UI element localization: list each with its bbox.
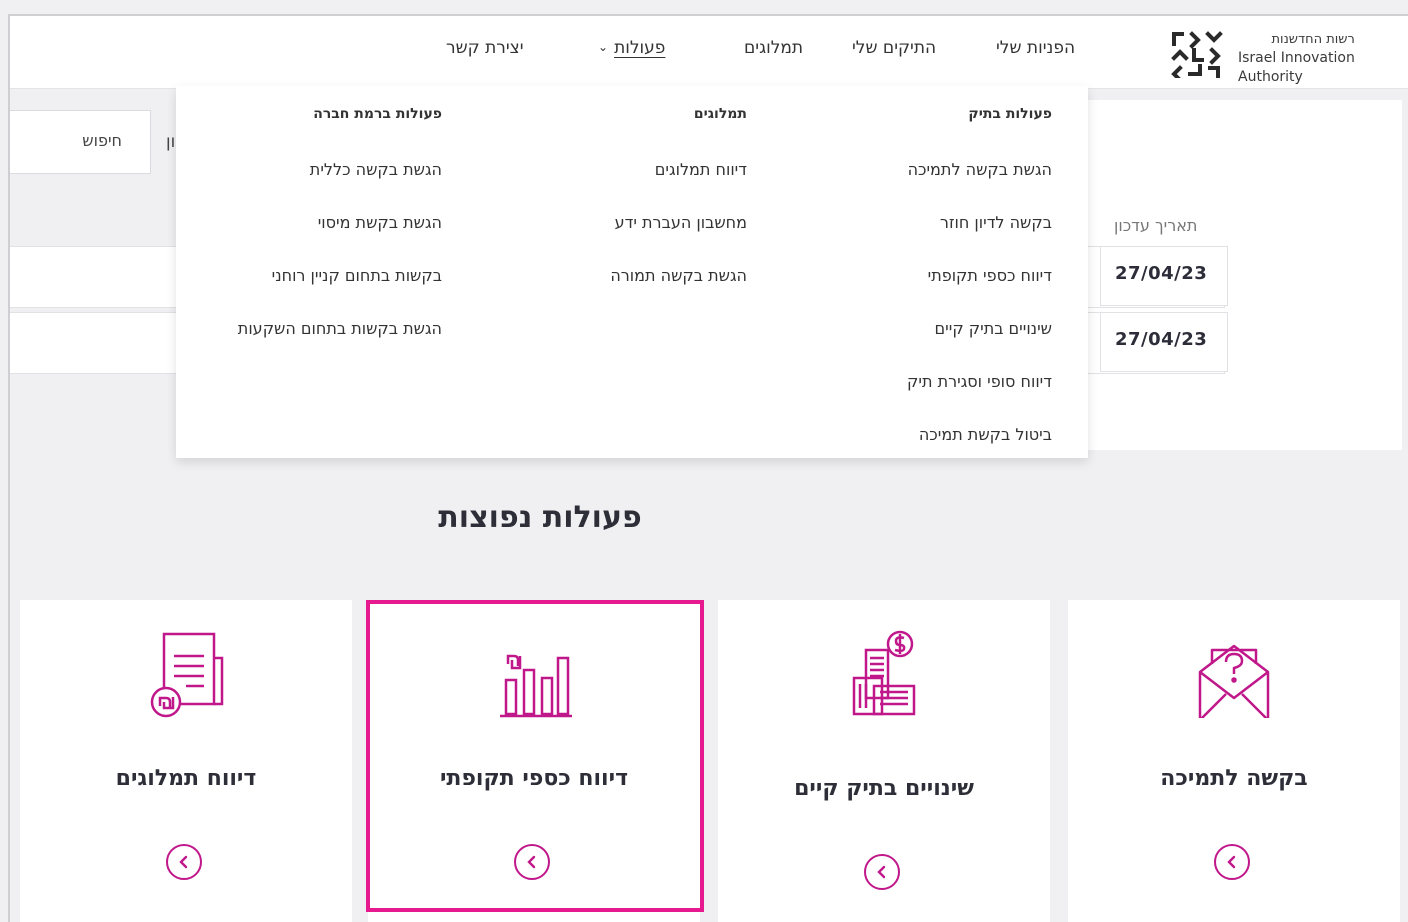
menu-item-ip-requests[interactable]: בקשות בתחום קניין רוחני bbox=[272, 266, 442, 285]
card-arrow-button[interactable] bbox=[1214, 844, 1250, 880]
chevron-left-icon bbox=[877, 865, 886, 879]
card-arrow-button[interactable] bbox=[514, 844, 550, 880]
menu-item-general-request[interactable]: הגשת בקשה כללית bbox=[310, 160, 442, 179]
brand-name: רשות החדשנות Israel Innovation Authority bbox=[1238, 30, 1355, 87]
actions-dropdown-menu: פעולות בתיק הגשת בקשה לתמיכה בקשה לדיון … bbox=[176, 86, 1088, 458]
brand-name-he: רשות החדשנות bbox=[1271, 32, 1355, 47]
chevron-left-icon bbox=[1227, 855, 1236, 869]
bar-chart-shekel-icon bbox=[500, 654, 572, 718]
chevron-down-icon: ⌄ bbox=[598, 40, 609, 54]
menu-item-submit-support[interactable]: הגשת בקשה לתמיכה bbox=[908, 160, 1052, 179]
nav-item-actions[interactable]: ⌄ פעולות bbox=[598, 38, 665, 58]
card-arrow-button[interactable] bbox=[166, 844, 202, 880]
app-frame: יצירת קשר ⌄ פעולות תמלוגים התיקים שלי הפנ… bbox=[8, 14, 1408, 922]
top-header: יצירת קשר ⌄ פעולות תמלוגים התיקים שלי הפנ… bbox=[10, 16, 1408, 89]
date-value: 27/04/23 bbox=[1115, 263, 1208, 284]
menu-item-knowledge-transfer-calc[interactable]: מחשבון העברת ידע bbox=[615, 213, 747, 232]
document-shekel-icon bbox=[150, 632, 224, 718]
action-card-support-request[interactable]: בקשה לתמיכה bbox=[1068, 600, 1400, 922]
date-value: 27/04/23 bbox=[1115, 329, 1208, 350]
card-arrow-button[interactable] bbox=[864, 854, 900, 890]
chevron-left-icon bbox=[179, 855, 188, 869]
menu-item-file-changes[interactable]: שינויים בתיק קיים bbox=[935, 319, 1052, 338]
envelope-question-icon bbox=[1198, 644, 1270, 718]
card-title: דיווח כספי תקופתי bbox=[439, 766, 629, 791]
menu-item-investment-requests[interactable]: הגשת בקשות בתחום השקעות bbox=[238, 319, 442, 338]
menu-item-reconsideration[interactable]: בקשה לדיון חוזר bbox=[940, 213, 1052, 232]
brand-name-en-2: Authority bbox=[1238, 69, 1303, 85]
date-column-header: תאריך עדכון bbox=[1114, 216, 1198, 235]
search-label: חיפוש bbox=[82, 131, 122, 150]
card-title: בקשה לתמיכה bbox=[1160, 766, 1308, 791]
action-card-royalty-report[interactable]: דיווח תמלוגים bbox=[20, 600, 352, 922]
nav-item-my-requests[interactable]: הפניות שלי bbox=[996, 38, 1075, 58]
menu-item-cancel-request[interactable]: ביטול בקשת תמיכה bbox=[919, 425, 1052, 444]
menu-item-royalty-report[interactable]: דיווח תמלוגים bbox=[655, 160, 747, 179]
nav-item-contact[interactable]: יצירת קשר bbox=[446, 38, 524, 58]
date-cell: 27/04/23 bbox=[1100, 312, 1228, 372]
chevron-left-icon bbox=[527, 855, 536, 869]
dropdown-column-header: תמלוגים bbox=[693, 106, 747, 122]
dropdown-column-header: פעולות בתיק bbox=[968, 106, 1052, 122]
dropdown-column-header: פעולות ברמת חברה bbox=[313, 106, 442, 122]
menu-item-consideration-request[interactable]: הגשת בקשה תמורה bbox=[610, 266, 747, 285]
menu-item-final-report[interactable]: דיווח סופי וסגירת תיק bbox=[907, 372, 1052, 391]
action-card-periodic-report[interactable]: דיווח כספי תקופתי bbox=[368, 600, 700, 922]
date-cell: 27/04/23 bbox=[1100, 246, 1228, 306]
filter-field-fragment: ון bbox=[166, 132, 176, 152]
menu-item-periodic-report[interactable]: דיווח כספי תקופתי bbox=[928, 266, 1052, 285]
brand-logo[interactable]: רשות החדשנות Israel Innovation Authority bbox=[1168, 24, 1408, 87]
nav-item-actions-label: פעולות bbox=[614, 38, 666, 58]
search-button[interactable]: חיפוש bbox=[10, 110, 151, 174]
brand-name-en-1: Israel Innovation bbox=[1238, 50, 1355, 66]
nav-item-royalties[interactable]: תמלוגים bbox=[744, 38, 803, 58]
menu-item-tax-request[interactable]: הגשת בקשת מיסוי bbox=[318, 213, 442, 232]
buildings-dollar-icon bbox=[852, 630, 916, 716]
nav-item-my-files[interactable]: התיקים שלי bbox=[852, 38, 936, 58]
card-title: שינויים בתיק קיים bbox=[794, 776, 974, 801]
action-card-file-changes[interactable]: שינויים בתיק קיים bbox=[718, 600, 1050, 922]
card-title: דיווח תמלוגים bbox=[115, 766, 257, 791]
innovation-authority-logo-icon bbox=[1171, 31, 1223, 78]
popular-actions-title: פעולות נפוצות bbox=[438, 500, 642, 535]
